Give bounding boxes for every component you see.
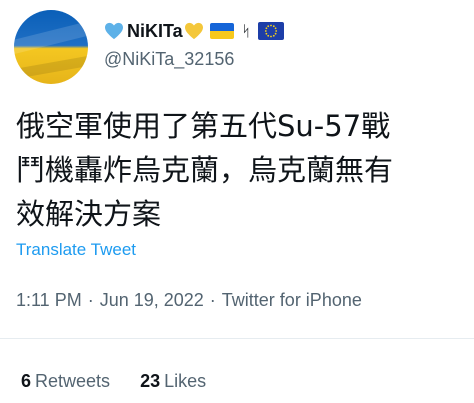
tweet-text-line: 效解決方案	[16, 197, 162, 231]
tweet-text-line: 俄空軍使用了第五代Su-57戰	[16, 109, 391, 143]
translate-tweet-link[interactable]: Translate Tweet	[16, 240, 136, 260]
likes-stat[interactable]: 23 Likes	[140, 371, 206, 392]
avatar[interactable]	[14, 10, 88, 84]
eu-flag-icon	[257, 22, 284, 40]
retweets-count: 6	[21, 371, 32, 391]
yellow-heart-icon	[184, 22, 203, 40]
likes-count: 23	[140, 371, 161, 391]
ukraine-flag-icon	[209, 23, 234, 39]
tweet-text: 俄空軍使用了第五代Su-57戰 鬥機轟炸烏克蘭，烏克蘭無有 效解決方案	[16, 104, 466, 236]
retweets-label: Retweets	[35, 371, 111, 391]
tweet-date[interactable]: Jun 19, 2022	[100, 290, 204, 310]
likes-label: Likes	[164, 371, 207, 391]
divider	[0, 338, 474, 339]
avatar-flag-fold-shadow	[14, 53, 88, 81]
tweet-text-line: 鬥機轟炸烏克蘭，烏克蘭無有	[16, 153, 394, 187]
runic-glyph: ᛋ	[241, 22, 251, 40]
avatar-flag-fold	[14, 18, 88, 56]
tweet-card: NiKITa ᛋ @NiKiTa_32156 俄空軍使用了第五代Su-57戰 鬥…	[0, 0, 474, 403]
author-name-row[interactable]: NiKITa ᛋ	[104, 20, 284, 42]
tweet-metadata: 1:11 PM · Jun 19, 2022 · Twitter for iPhone	[16, 290, 362, 311]
retweets-stat[interactable]: 6 Retweets	[21, 371, 110, 392]
blue-heart-icon	[105, 22, 123, 40]
engagement-stats: 6 Retweets 23 Likes	[21, 371, 206, 392]
author-handle[interactable]: @NiKiTa_32156	[104, 49, 234, 70]
tweet-source[interactable]: Twitter for iPhone	[222, 290, 362, 310]
tweet-time[interactable]: 1:11 PM	[16, 290, 82, 310]
meta-separator: ·	[209, 290, 216, 310]
meta-separator: ·	[87, 290, 94, 310]
display-name[interactable]: NiKITa	[127, 21, 183, 42]
